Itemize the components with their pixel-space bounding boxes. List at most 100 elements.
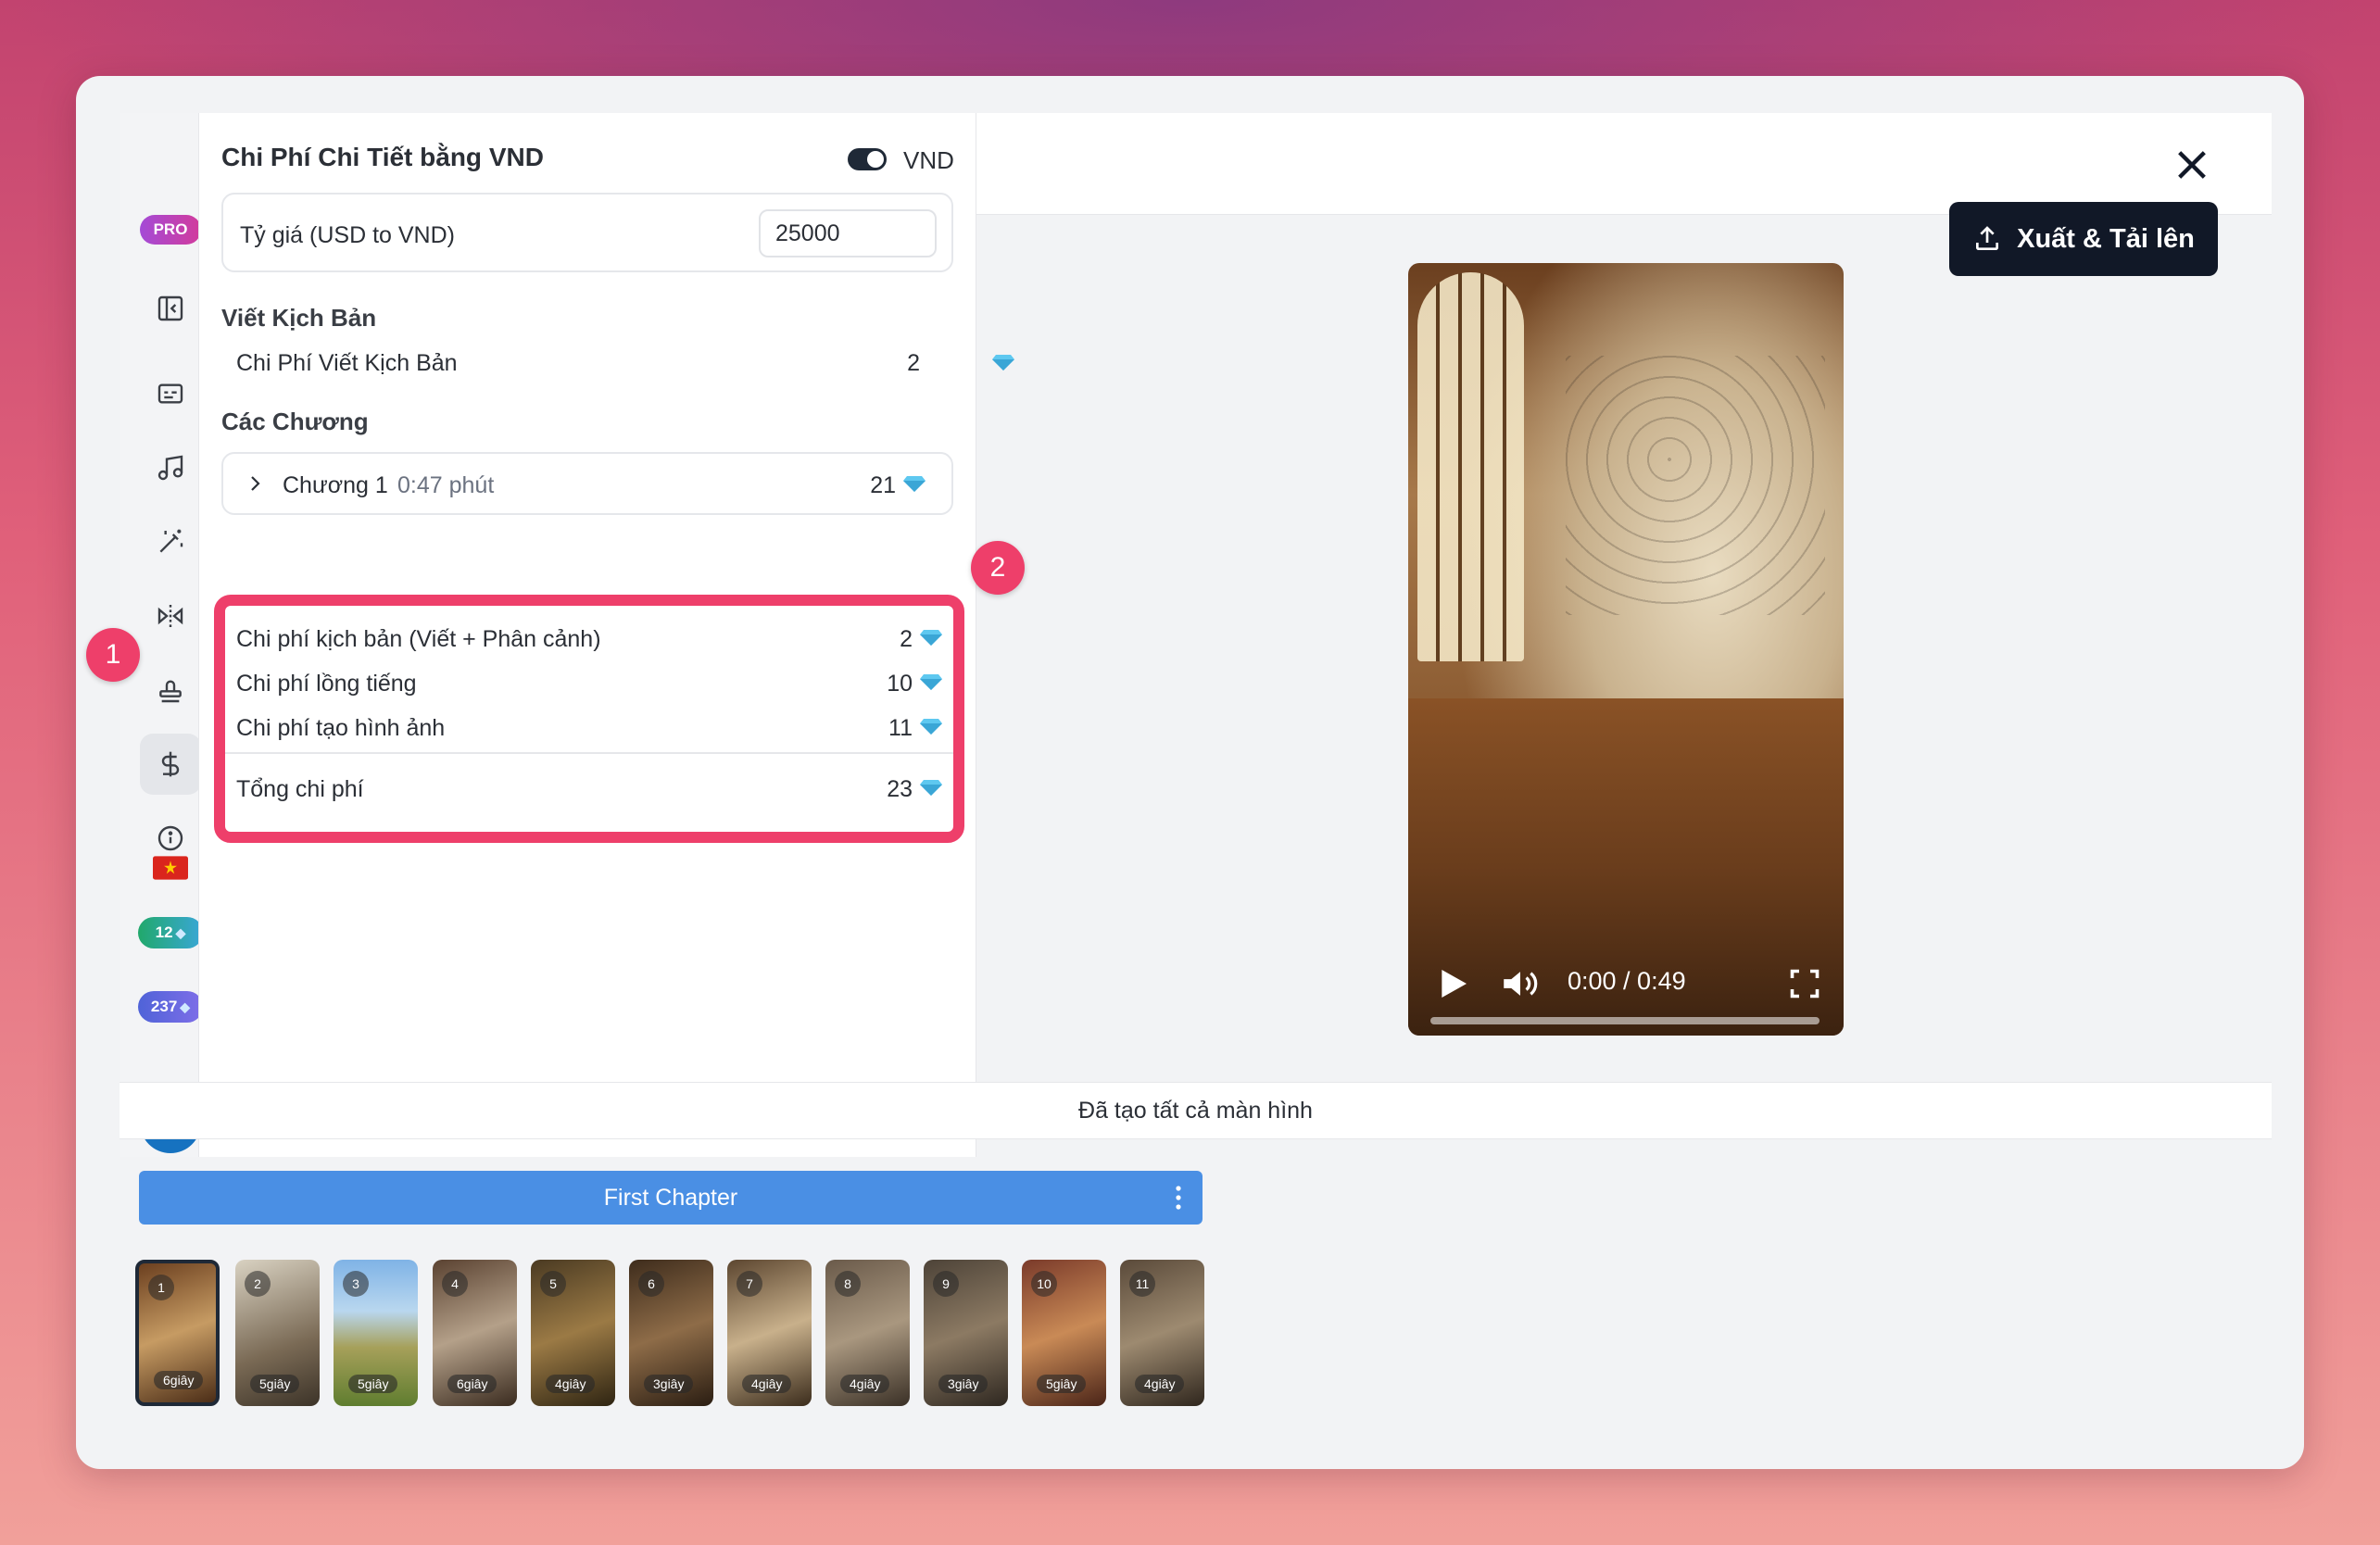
- volume-icon[interactable]: [1501, 965, 1540, 1002]
- script-cost-value: 2: [907, 350, 920, 376]
- more-options-icon[interactable]: [1175, 1184, 1182, 1212]
- exchange-rate-input[interactable]: [759, 209, 937, 258]
- credit-large-value: 237: [150, 998, 178, 1015]
- close-icon[interactable]: [2173, 146, 2210, 183]
- chapter-row[interactable]: Chương 1 0:47 phút 21: [221, 452, 953, 515]
- annotation-marker-1: 1: [86, 628, 140, 682]
- video-scene-sketches: [1566, 356, 1825, 615]
- sidebar-item-music[interactable]: [140, 437, 201, 498]
- cost-summary-box: Chi phí kịch bản (Viết + Phân cảnh) 2 Ch…: [214, 595, 964, 843]
- script-cost-label: Chi Phí Viết Kịch Bản: [236, 350, 458, 376]
- info-icon: [157, 825, 183, 851]
- total-cost-label: Tổng chi phí: [236, 776, 364, 802]
- scene-duration: 4giây: [742, 1375, 792, 1393]
- preview-header: Xuất & Tải lên: [976, 113, 2272, 276]
- flip-icon: [157, 605, 183, 627]
- scene-thumbnail-6[interactable]: 6 3giây: [629, 1260, 713, 1406]
- magic-wand-icon: [159, 529, 183, 553]
- currency-toggle[interactable]: [848, 148, 887, 170]
- video-preview[interactable]: 0:00 / 0:49: [1408, 263, 1844, 1036]
- cost-image-value: 11: [888, 715, 913, 741]
- panel-title: Chi Phí Chi Tiết bằng VND: [221, 143, 544, 171]
- sidebar-collapse-button[interactable]: [140, 278, 201, 339]
- scene-thumbnail-1[interactable]: 1 6giây: [135, 1260, 220, 1406]
- gem-icon: [920, 630, 942, 646]
- pro-badge[interactable]: PRO: [140, 215, 201, 245]
- app-window: PRO 12 ◆ 237 ◆ Chi Phí Chi Tiết bằng VND…: [76, 76, 2304, 1469]
- vietnam-flag-icon[interactable]: [153, 856, 188, 880]
- gem-icon: [992, 355, 1014, 371]
- scene-duration: 3giây: [644, 1375, 694, 1393]
- export-upload-label: Xuất & Tải lên: [2017, 223, 2195, 254]
- chapter-name: Chương 1: [283, 472, 388, 498]
- play-icon[interactable]: [1434, 965, 1471, 1002]
- music-note-icon: [157, 455, 183, 481]
- scene-thumbnail-7[interactable]: 7 4giây: [727, 1260, 812, 1406]
- exchange-rate-label: Tỷ giá (USD to VND): [240, 222, 455, 248]
- credit-small-value: 12: [155, 923, 173, 941]
- scene-number: 1: [148, 1275, 174, 1300]
- cost-voice-label: Chi phí lồng tiếng: [236, 671, 417, 697]
- gem-icon: ◆: [180, 999, 191, 1014]
- scene-thumbnail-5[interactable]: 5 4giây: [531, 1260, 615, 1406]
- sidebar-item-stamp[interactable]: [140, 659, 201, 721]
- cost-panel: Chi Phí Chi Tiết bằng VND VND Tỷ giá (US…: [198, 113, 1014, 1157]
- gem-icon: [920, 780, 942, 796]
- annotation-marker-2: 2: [971, 541, 1025, 595]
- chapters-section-heading: Các Chương: [221, 408, 369, 435]
- cost-script-value: 2: [900, 626, 913, 652]
- chapter-duration: 0:47 phút: [397, 472, 495, 498]
- scene-duration: 5giây: [250, 1375, 300, 1393]
- scene-number: 11: [1129, 1271, 1155, 1297]
- divider: [225, 752, 953, 754]
- scene-duration: 6giây: [154, 1371, 204, 1389]
- scene-thumbnail-4[interactable]: 4 6giây: [433, 1260, 517, 1406]
- cost-image-label: Chi phí tạo hình ảnh: [236, 715, 446, 741]
- dollar-icon: [161, 751, 180, 777]
- gem-icon: [920, 719, 942, 735]
- credit-pill-small[interactable]: 12 ◆: [138, 917, 203, 948]
- sidebar-item-flip[interactable]: [140, 585, 201, 647]
- caption-icon: [157, 383, 183, 404]
- sidebar-item-effects[interactable]: [140, 511, 201, 572]
- video-time: 0:00 / 0:49: [1568, 967, 1686, 995]
- scene-thumbnail-3[interactable]: 3 5giây: [334, 1260, 418, 1406]
- chevron-right-icon[interactable]: [244, 472, 266, 495]
- sidebar-item-cost[interactable]: [140, 734, 201, 795]
- scene-thumbnail-11[interactable]: 11 4giây: [1120, 1260, 1204, 1406]
- video-progress-bar[interactable]: [1430, 1017, 1820, 1024]
- chapter-bar-title: First Chapter: [603, 1184, 738, 1211]
- total-cost-value: 23: [887, 776, 913, 802]
- scene-number: 10: [1031, 1271, 1057, 1297]
- scene-duration: 4giây: [840, 1375, 890, 1393]
- video-controls: 0:00 / 0:49: [1408, 948, 1844, 1036]
- chapter-cost: 21: [870, 472, 896, 498]
- stamp-icon: [159, 680, 182, 703]
- fullscreen-icon[interactable]: [1788, 967, 1821, 1000]
- video-scene-window: [1417, 272, 1524, 661]
- scene-number: 7: [737, 1271, 762, 1297]
- scene-duration: 6giây: [447, 1375, 497, 1393]
- sidebar-item-subtitles[interactable]: [140, 363, 201, 424]
- sidebar-collapse-icon: [157, 295, 183, 321]
- scene-duration: 4giây: [546, 1375, 596, 1393]
- upload-icon: [1976, 226, 1999, 250]
- gem-icon: [920, 674, 942, 690]
- scene-number: 8: [835, 1271, 861, 1297]
- credit-pill-large[interactable]: 237 ◆: [138, 991, 203, 1023]
- chapter-bar[interactable]: First Chapter: [139, 1171, 1203, 1225]
- cost-script-label: Chi phí kịch bản (Viết + Phân cảnh): [236, 626, 601, 652]
- scene-thumbnail-9[interactable]: 9 3giây: [924, 1260, 1008, 1406]
- scene-thumbnail-10[interactable]: 10 5giây: [1022, 1260, 1106, 1406]
- scene-number: 6: [638, 1271, 664, 1297]
- script-section-heading: Viết Kịch Bản: [221, 304, 377, 332]
- gem-icon: [903, 476, 926, 492]
- scene-thumbnail-2[interactable]: 2 5giây: [235, 1260, 320, 1406]
- scene-duration: 4giây: [1135, 1375, 1185, 1393]
- gem-icon: ◆: [175, 924, 186, 940]
- scene-thumbnail-8[interactable]: 8 4giây: [825, 1260, 910, 1406]
- scene-number: 5: [540, 1271, 566, 1297]
- export-upload-button[interactable]: Xuất & Tải lên: [1949, 202, 2218, 276]
- scene-duration: 3giây: [938, 1375, 989, 1393]
- scene-duration: 5giây: [1037, 1375, 1087, 1393]
